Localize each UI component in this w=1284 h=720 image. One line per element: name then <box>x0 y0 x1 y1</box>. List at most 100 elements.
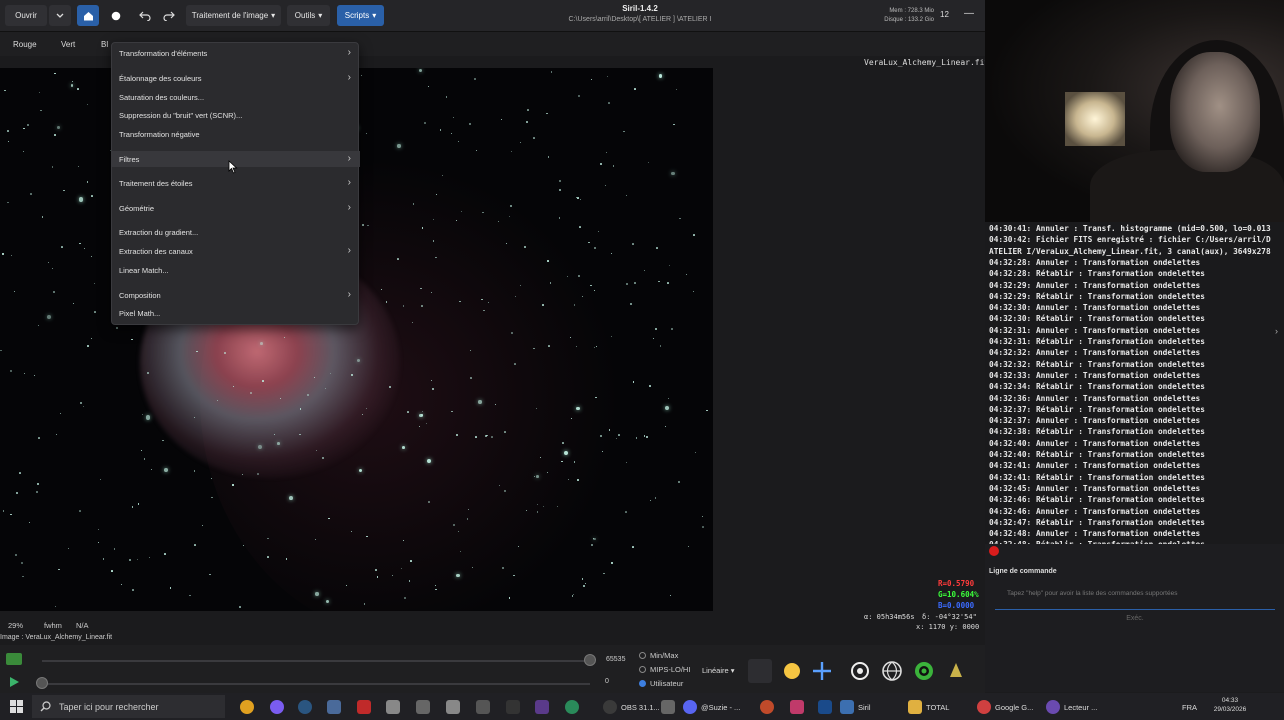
text-icon[interactable] <box>476 700 490 714</box>
mouse-cursor-icon <box>228 160 238 174</box>
star <box>418 413 423 418</box>
chevron-right-icon[interactable]: › <box>1275 326 1278 336</box>
min-slider-knob[interactable] <box>36 677 48 689</box>
menu-item[interactable]: Traitement des étoiles › <box>112 175 360 191</box>
taskbar-search-input[interactable]: Taper ici pour rechercher <box>32 695 225 718</box>
min-value[interactable]: 0 <box>605 678 609 685</box>
windows-start-icon[interactable] <box>10 700 23 718</box>
firefox-icon[interactable] <box>270 700 284 714</box>
fwhm-value: N/A <box>76 621 89 630</box>
menu-item[interactable]: Étalonnage des couleurs › <box>112 70 360 86</box>
app-icon[interactable] <box>446 700 460 714</box>
taskbar-clock[interactable]: 04:33 29/03/2026 <box>1210 696 1250 714</box>
cpu-count: 12 <box>940 10 949 19</box>
star <box>315 592 319 596</box>
calculator-icon[interactable] <box>416 700 430 714</box>
star <box>111 570 113 572</box>
globe-icon[interactable] <box>848 659 872 683</box>
target-icon[interactable] <box>880 659 904 683</box>
redo-button[interactable] <box>157 5 181 26</box>
search-placeholder: Taper ici pour rechercher <box>59 701 159 712</box>
log-line: 04:32:40: Annuler : Transformation ondel… <box>989 438 1201 448</box>
star <box>558 179 561 182</box>
snap-icon[interactable] <box>912 659 936 683</box>
terminal-icon[interactable] <box>506 700 520 714</box>
star <box>404 597 406 599</box>
app-icon[interactable] <box>535 700 549 714</box>
minimize-button[interactable]: — <box>964 8 974 19</box>
star <box>624 510 627 513</box>
star <box>360 75 362 77</box>
language-indicator[interactable]: FRA <box>1182 697 1197 717</box>
max-value[interactable]: 65535 <box>606 656 625 663</box>
app-icon[interactable] <box>661 700 675 714</box>
menu-item[interactable]: Extraction des canaux › <box>112 243 360 259</box>
scale-option-user[interactable]: Utilisateur <box>639 679 683 688</box>
scale-option-minmax[interactable]: Min/Max <box>639 651 678 660</box>
app-icon[interactable] <box>565 700 579 714</box>
max-slider-knob[interactable] <box>584 654 596 666</box>
star <box>679 217 681 220</box>
menu-item[interactable]: Suppression du "bruit" vert (SCNR)... <box>112 107 360 123</box>
steam-icon[interactable] <box>298 700 312 714</box>
cross-icon[interactable] <box>810 659 834 683</box>
chrome-icon[interactable] <box>240 700 254 714</box>
tab-red[interactable]: Rouge <box>13 40 37 49</box>
app-icon[interactable] <box>790 700 804 714</box>
zoom-out-icon[interactable] <box>944 659 968 683</box>
star <box>51 165 54 168</box>
display-mode-select[interactable]: Linéaire ▾ <box>702 666 735 675</box>
auto-stretch-button[interactable] <box>748 659 772 683</box>
open-button[interactable]: Ouvrir <box>5 5 47 26</box>
star <box>647 161 650 164</box>
image-processing-menu-button[interactable]: Traitement de l'image ▾ <box>186 5 281 26</box>
star <box>10 513 12 516</box>
star <box>570 417 572 419</box>
photo-icon[interactable] <box>327 700 341 714</box>
menu-item[interactable]: Transformation d'éléments › <box>112 45 360 61</box>
menu-item[interactable]: Linear Match... <box>112 262 360 278</box>
home-button[interactable] <box>77 5 99 26</box>
star <box>100 478 102 480</box>
star <box>83 248 86 250</box>
image-processing-dropdown: Transformation d'éléments › Étalonnage des… <box>111 42 360 325</box>
max-slider-track[interactable] <box>42 660 590 662</box>
app-icon[interactable] <box>760 700 774 714</box>
min-slider-track[interactable] <box>42 683 590 685</box>
tab-blue[interactable]: Bl <box>101 40 108 49</box>
taskbar-item-discord[interactable]: @Suzie - ... <box>683 697 740 717</box>
menu-item[interactable]: Saturation des couleurs... <box>112 89 360 105</box>
tab-green[interactable]: Vert <box>61 40 75 49</box>
star <box>401 445 405 449</box>
star <box>573 594 575 596</box>
star <box>238 605 241 608</box>
open-recent-dropdown[interactable] <box>49 5 71 26</box>
image-histogram-icon[interactable] <box>6 653 22 665</box>
star <box>24 372 26 374</box>
color-icon[interactable] <box>780 659 804 683</box>
taskbar-item-siril[interactable]: Siril <box>840 697 871 717</box>
menu-item[interactable]: Géométrie › <box>112 200 360 216</box>
undo-button[interactable] <box>133 5 157 26</box>
taskbar-item-player[interactable]: Lecteur ... <box>1046 697 1097 717</box>
menu-item[interactable]: Transformation négative <box>112 126 360 142</box>
scale-option-mips[interactable]: MIPS-LO/HI <box>639 665 690 674</box>
scripts-menu-button[interactable]: Scripts ▾ <box>337 5 384 26</box>
app-icon[interactable] <box>357 700 371 714</box>
photoshop-icon[interactable] <box>818 700 832 714</box>
run-command-button[interactable]: Exéc. <box>995 609 1275 627</box>
files-icon[interactable] <box>386 700 400 714</box>
taskbar-item-obs[interactable]: OBS 31.1... <box>603 697 660 717</box>
menu-item[interactable]: Pixel Math... <box>112 305 360 321</box>
command-input[interactable]: Tapez "help" pour avoir la liste des com… <box>1000 584 1270 604</box>
livestack-button[interactable] <box>104 5 128 26</box>
taskbar-item-total[interactable]: TOTAL <box>908 697 949 717</box>
play-icon[interactable] <box>8 675 20 687</box>
taskbar-item-google[interactable]: Google G... <box>977 697 1033 717</box>
menu-item[interactable]: Composition › <box>112 287 360 303</box>
star <box>617 434 620 437</box>
menu-item[interactable]: Extraction du gradient... <box>112 224 360 240</box>
star <box>427 86 429 88</box>
tools-menu-button[interactable]: Outils ▾ <box>287 5 330 26</box>
star <box>136 558 139 561</box>
